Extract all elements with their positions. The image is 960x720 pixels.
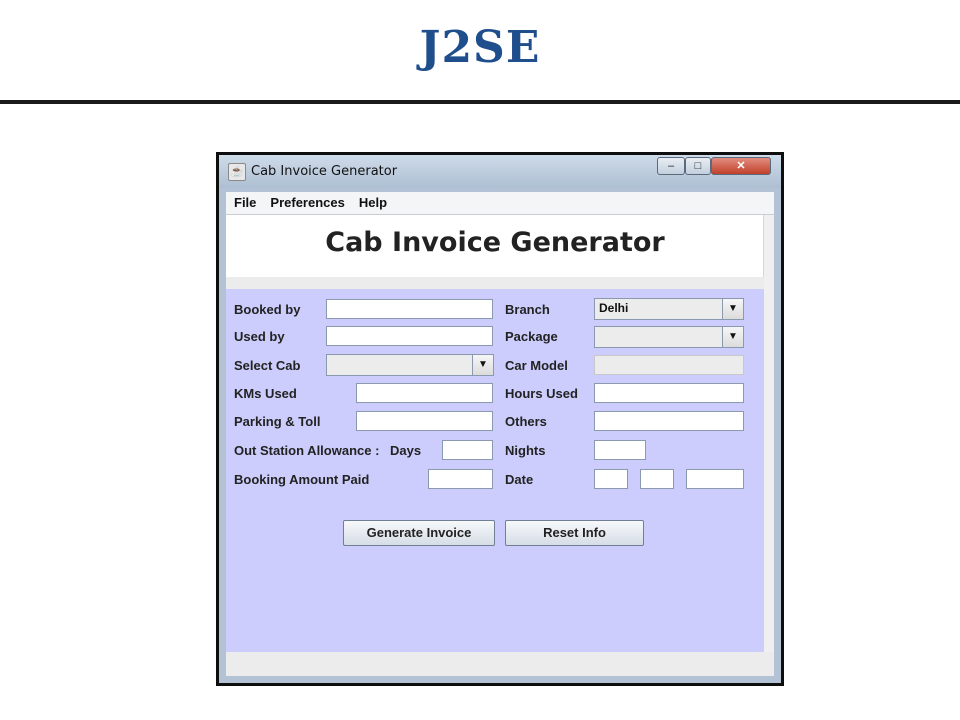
window-frame: ☕ Cab Invoice Generator ‒ □ ✕ File Prefer… (219, 155, 781, 683)
date-label: Date (505, 472, 534, 487)
select-cab-label: Select Cab (234, 358, 301, 373)
header-title: Cab Invoice Generator (325, 227, 665, 258)
menu-file[interactable]: File (228, 192, 262, 214)
kms-used-input[interactable] (356, 383, 493, 403)
date-year-input[interactable] (686, 469, 744, 489)
form-panel: Booked by Used by Select Cab ▼ KMs Used … (226, 289, 764, 652)
parking-toll-input[interactable] (356, 411, 493, 431)
days-input[interactable] (442, 440, 493, 460)
booking-amount-input[interactable] (428, 469, 493, 489)
branch-label: Branch (505, 302, 550, 317)
header-panel: Cab Invoice Generator (226, 215, 764, 277)
parking-toll-label: Parking & Toll (234, 414, 321, 429)
window-title: Cab Invoice Generator (251, 164, 398, 179)
date-month-input[interactable] (640, 469, 674, 489)
hours-used-label: Hours Used (505, 386, 578, 401)
status-strip (226, 652, 774, 676)
nights-input[interactable] (594, 440, 646, 460)
vertical-scrollbar[interactable] (763, 215, 774, 655)
package-dropdown[interactable]: ▼ (594, 326, 744, 348)
package-label: Package (505, 329, 558, 344)
menu-preferences[interactable]: Preferences (264, 192, 350, 214)
booked-by-label: Booked by (234, 302, 301, 317)
outstation-allowance-label: Out Station Allowance : (234, 443, 380, 458)
separator-band (226, 277, 764, 289)
close-button[interactable]: ✕ (711, 157, 771, 175)
date-day-input[interactable] (594, 469, 628, 489)
slide-title: J2SE (419, 22, 541, 73)
maximize-button[interactable]: □ (685, 157, 711, 175)
nights-label: Nights (505, 443, 546, 458)
hours-used-input[interactable] (594, 383, 744, 403)
booked-by-input[interactable] (326, 299, 493, 319)
booking-amount-label: Booking Amount Paid (234, 472, 370, 487)
used-by-input[interactable] (326, 326, 493, 346)
others-input[interactable] (594, 411, 744, 431)
others-label: Others (505, 414, 547, 429)
chevron-down-icon[interactable]: ▼ (722, 299, 743, 319)
minimize-button[interactable]: ‒ (657, 157, 685, 175)
reset-info-button[interactable]: Reset Info (505, 520, 644, 546)
kms-used-label: KMs Used (234, 386, 297, 401)
chevron-down-icon[interactable]: ▼ (722, 327, 743, 347)
window-titlebar[interactable]: ☕ Cab Invoice Generator ‒ □ ✕ (219, 155, 781, 188)
used-by-label: Used by (234, 329, 285, 344)
menu-help[interactable]: Help (353, 192, 393, 214)
branch-dropdown[interactable]: Delhi ▼ (594, 298, 744, 320)
branch-value: Delhi (599, 301, 629, 315)
menu-bar: File Preferences Help (226, 192, 774, 215)
car-model-label: Car Model (505, 358, 568, 373)
days-label: Days (390, 443, 422, 458)
select-cab-dropdown[interactable]: ▼ (326, 354, 494, 376)
slide-divider (0, 100, 960, 104)
generate-invoice-button[interactable]: Generate Invoice (343, 520, 495, 546)
java-app-icon: ☕ (228, 163, 246, 181)
app-window: ☕ Cab Invoice Generator ‒ □ ✕ File Prefer… (216, 152, 784, 686)
chevron-down-icon[interactable]: ▼ (472, 355, 493, 375)
car-model-field (594, 355, 744, 375)
